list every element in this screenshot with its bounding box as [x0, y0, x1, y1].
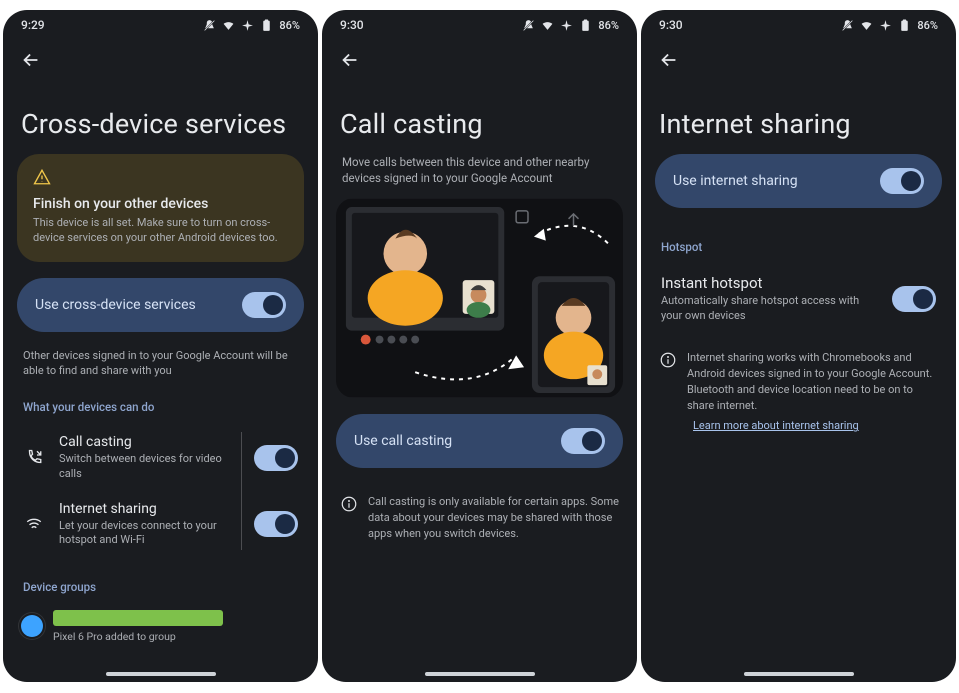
status-bar: 9:30 86% — [641, 10, 956, 40]
group-avatar — [21, 615, 43, 637]
info-row: Internet sharing works with Chromebooks … — [655, 336, 942, 440]
group-status: Pixel 6 Pro added to group — [53, 630, 300, 643]
wifi-icon — [860, 19, 873, 32]
info-text: Call casting is only available for certa… — [368, 494, 619, 542]
warning-card: Finish on your other devices This device… — [17, 154, 304, 262]
mute-icon — [203, 19, 216, 32]
wifi-icon — [541, 19, 554, 32]
warning-body: This device is all set. Make sure to tur… — [33, 216, 288, 246]
back-button[interactable] — [336, 46, 364, 74]
toggle-switch[interactable] — [892, 286, 936, 312]
option-desc: Switch between devices for video calls — [59, 452, 232, 481]
back-button[interactable] — [17, 46, 45, 74]
airplane-icon — [560, 19, 573, 32]
screen-internet-sharing: 9:30 86% Internet sharing Use internet s… — [641, 10, 956, 682]
option-instant-hotspot[interactable]: Instant hotspot Automatically share hots… — [655, 264, 942, 334]
clock: 9:30 — [340, 18, 364, 32]
status-icons: 86% — [841, 19, 938, 32]
option-title: Call casting — [59, 434, 232, 450]
clock: 9:30 — [659, 18, 683, 32]
toggle-switch[interactable] — [254, 445, 298, 471]
status-icons: 86% — [522, 19, 619, 32]
main-toggle-row[interactable]: Use cross-device services — [17, 278, 304, 332]
toggle-switch[interactable] — [561, 428, 605, 454]
toggle-switch[interactable] — [880, 168, 924, 194]
page-title: Internet sharing — [641, 80, 956, 154]
info-icon — [340, 495, 358, 513]
battery-icon — [579, 19, 592, 32]
airplane-icon — [879, 19, 892, 32]
main-toggle-label: Use call casting — [354, 433, 452, 449]
toggle-switch[interactable] — [242, 292, 286, 318]
clock: 9:29 — [21, 18, 45, 32]
wifi-icon — [222, 19, 235, 32]
info-row: Call casting is only available for certa… — [336, 480, 623, 548]
option-title: Internet sharing — [59, 501, 232, 517]
group-name-redacted — [53, 610, 223, 626]
main-toggle-row[interactable]: Use call casting — [336, 414, 623, 468]
subhead-text: Move calls between this device and other… — [336, 154, 623, 190]
main-toggle-label: Use internet sharing — [673, 173, 798, 189]
battery-percent: 86% — [598, 19, 619, 32]
info-text: Internet sharing works with Chromebooks … — [687, 350, 938, 414]
toggle-switch[interactable] — [254, 511, 298, 537]
section-device-groups: Device groups — [17, 560, 304, 602]
main-toggle-row[interactable]: Use internet sharing — [655, 154, 942, 208]
home-indicator[interactable] — [106, 672, 216, 676]
battery-icon — [898, 19, 911, 32]
status-icons: 86% — [203, 19, 300, 32]
battery-percent: 86% — [917, 19, 938, 32]
mute-icon — [522, 19, 535, 32]
option-desc: Let your devices connect to your hotspot… — [59, 519, 232, 548]
back-button[interactable] — [655, 46, 683, 74]
status-bar: 9:30 86% — [322, 10, 637, 40]
mute-icon — [841, 19, 854, 32]
page-title: Call casting — [322, 80, 637, 154]
option-desc: Automatically share hotspot access with … — [661, 294, 861, 324]
airplane-icon — [241, 19, 254, 32]
helper-text: Other devices signed in to your Google A… — [17, 344, 304, 379]
option-title: Instant hotspot — [661, 274, 861, 292]
wifi-icon — [23, 515, 45, 533]
phone-cast-icon — [23, 449, 45, 467]
status-bar: 9:29 86% — [3, 10, 318, 40]
section-what-can-do: What your devices can do — [17, 380, 304, 422]
battery-icon — [260, 19, 273, 32]
option-call-casting[interactable]: Call casting Switch between devices for … — [17, 424, 304, 491]
page-title: Cross-device services — [3, 80, 318, 154]
illustration-call-casting — [336, 198, 623, 398]
home-indicator[interactable] — [744, 672, 854, 676]
warning-heading: Finish on your other devices — [33, 196, 288, 212]
device-group-row[interactable]: Pixel 6 Pro added to group — [17, 604, 304, 649]
option-internet-sharing[interactable]: Internet sharing Let your devices connec… — [17, 491, 304, 558]
info-icon — [659, 351, 677, 369]
warning-icon — [33, 175, 51, 190]
section-hotspot: Hotspot — [655, 220, 942, 262]
learn-more-link[interactable]: Learn more about internet sharing — [687, 413, 865, 432]
screen-cross-device: 9:29 86% Cross-device services Finish on… — [3, 10, 318, 682]
main-toggle-label: Use cross-device services — [35, 297, 196, 313]
home-indicator[interactable] — [425, 672, 535, 676]
battery-percent: 86% — [279, 19, 300, 32]
screen-call-casting: 9:30 86% Call casting Move calls between… — [322, 10, 637, 682]
